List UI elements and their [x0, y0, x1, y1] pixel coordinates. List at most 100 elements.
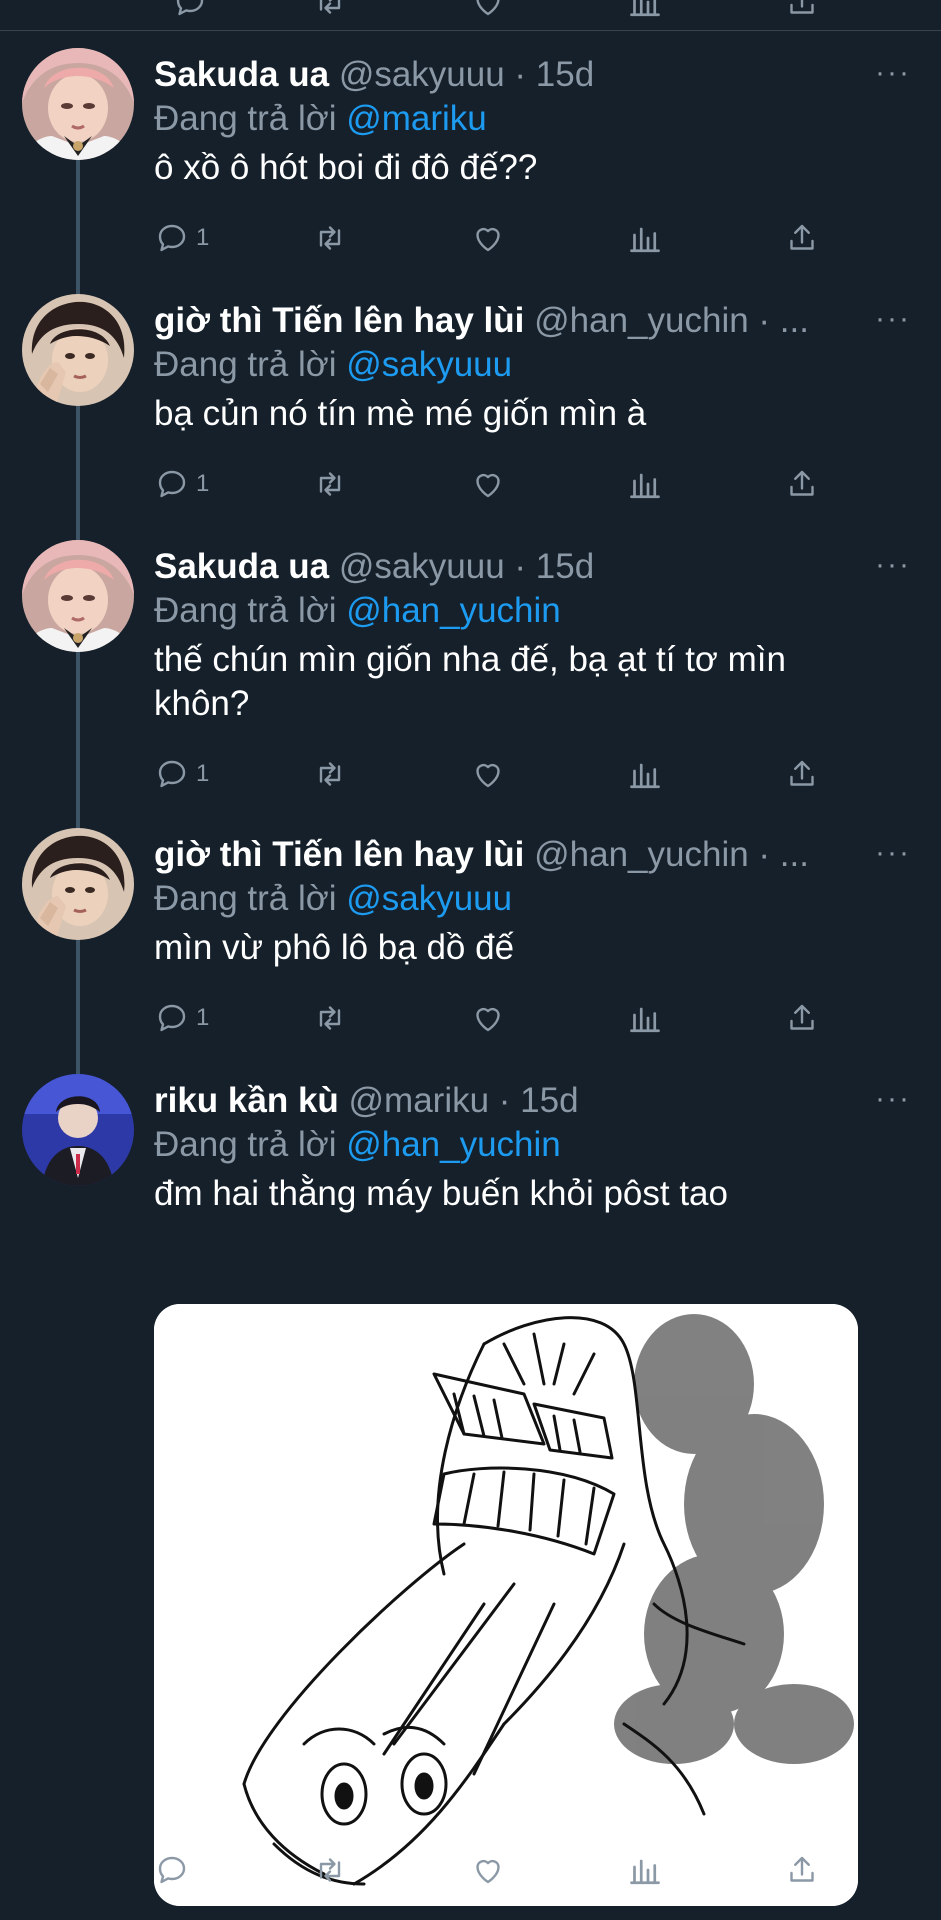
like-button[interactable]	[470, 754, 506, 794]
retweet-button[interactable]	[312, 998, 348, 1038]
mention-link[interactable]: @mariku	[346, 99, 487, 138]
previous-tweet-action-bar	[0, 0, 941, 31]
like-button[interactable]	[470, 1850, 506, 1890]
angry-shouting-sketch-image	[154, 1304, 858, 1906]
display-name[interactable]: Sakuda ua	[154, 547, 329, 586]
tweet-actions: 1	[154, 464, 834, 504]
view-stats-icon[interactable]	[627, 0, 663, 25]
view-stats-button[interactable]	[627, 464, 663, 504]
display-name[interactable]: giờ thì Tiến lên hay lùi	[154, 301, 524, 340]
mention-link[interactable]: @han_yuchin	[346, 1125, 561, 1164]
tweet[interactable]: riku kần kù @mariku · 15d ··· Đang trả l…	[0, 1074, 941, 1920]
share-icon	[784, 756, 820, 792]
handle-and-time: @sakyuuu · 15d	[338, 547, 595, 586]
view-stats-button[interactable]	[627, 1850, 663, 1890]
mention-link[interactable]: @sakyuuu	[346, 879, 512, 918]
reply-button[interactable]	[154, 1850, 196, 1890]
view-stats-button[interactable]	[627, 218, 663, 258]
share-button[interactable]	[784, 1850, 820, 1890]
like-button[interactable]	[470, 998, 506, 1038]
share-button[interactable]	[784, 754, 820, 794]
replying-to: Đang trả lời @han_yuchin	[154, 590, 561, 632]
retweet-button[interactable]	[312, 464, 348, 504]
reply-button[interactable]: 1	[154, 218, 209, 258]
handle-and-time: @han_yuchin · ...	[534, 835, 809, 874]
avatar-dark-hair-icon	[22, 294, 134, 406]
tweet-media-image[interactable]	[154, 1304, 858, 1906]
tweet[interactable]: Sakuda ua @sakyuuu · 15d ··· Đang trả lờ…	[0, 540, 941, 814]
tweet[interactable]: giờ thì Tiến lên hay lùi @han_yuchin · .…	[0, 828, 941, 1058]
display-name[interactable]: riku kần kù	[154, 1081, 339, 1120]
more-options-icon[interactable]: ···	[875, 550, 911, 580]
view-stats-icon	[627, 466, 663, 502]
retweet-icon	[312, 1852, 348, 1888]
tweet-text: mìn vừ phô lô bạ dồ đế	[154, 928, 515, 967]
display-name[interactable]: Sakuda ua	[154, 55, 329, 94]
more-options-icon[interactable]: ···	[875, 1084, 911, 1114]
replying-to-label: Đang trả lời	[154, 879, 337, 918]
more-options-icon[interactable]: ···	[875, 838, 911, 868]
like-icon	[470, 220, 506, 256]
reply-count: 1	[196, 224, 210, 251]
replying-to: Đang trả lời @sakyuuu	[154, 344, 512, 386]
tweet-text: thế chún mìn giốn nha đế, bạ ạt tí tơ mì…	[154, 640, 786, 723]
mention-link[interactable]: @han_yuchin	[346, 591, 561, 630]
reply-icon	[154, 466, 190, 502]
share-button[interactable]	[784, 464, 820, 504]
replying-to-label: Đang trả lời	[154, 345, 337, 384]
tweet-text: bạ củn nó tín mè mé giốn mìn à	[154, 394, 647, 433]
display-name[interactable]: giờ thì Tiến lên hay lùi	[154, 835, 524, 874]
view-stats-button[interactable]	[627, 754, 663, 794]
tweet[interactable]: giờ thì Tiến lên hay lùi @han_yuchin · .…	[0, 294, 941, 524]
tweet-actions: 1	[154, 998, 834, 1038]
reply-count: 1	[196, 470, 210, 497]
retweet-icon	[312, 466, 348, 502]
reply-count: 1	[196, 760, 210, 787]
reply-icon	[154, 220, 190, 256]
handle-and-time: @han_yuchin · ...	[534, 301, 809, 340]
retweet-icon[interactable]	[312, 0, 348, 25]
reply-icon	[154, 756, 190, 792]
share-icon	[784, 1852, 820, 1888]
avatar[interactable]	[22, 540, 134, 652]
share-icon	[784, 220, 820, 256]
retweet-button[interactable]	[312, 218, 348, 258]
avatar-dark-hair-icon	[22, 828, 134, 940]
share-button[interactable]	[784, 998, 820, 1038]
tweet-actions: 1	[154, 218, 834, 258]
retweet-button[interactable]	[312, 754, 348, 794]
view-stats-icon	[627, 1000, 663, 1036]
share-button[interactable]	[784, 218, 820, 258]
tweet[interactable]: Sakuda ua @sakyuuu · 15d ··· Đang trả lờ…	[0, 48, 941, 278]
replying-to: Đang trả lời @sakyuuu	[154, 878, 512, 920]
like-button[interactable]	[470, 218, 506, 258]
more-options-icon[interactable]: ···	[875, 58, 911, 88]
replying-to-label: Đang trả lời	[154, 99, 337, 138]
like-button[interactable]	[470, 464, 506, 504]
tweet-header: riku kần kù @mariku · 15d	[154, 1080, 881, 1122]
more-options-icon[interactable]: ···	[875, 304, 911, 334]
avatar[interactable]	[22, 828, 134, 940]
handle-and-time: @mariku · 15d	[348, 1081, 579, 1120]
avatar[interactable]	[22, 48, 134, 160]
like-icon	[470, 1000, 506, 1036]
share-icon[interactable]	[784, 0, 820, 25]
replying-to-label: Đang trả lời	[154, 1125, 337, 1164]
share-icon	[784, 1000, 820, 1036]
reply-button[interactable]: 1	[154, 754, 209, 794]
like-icon[interactable]	[470, 0, 506, 25]
reply-button[interactable]: 1	[154, 464, 209, 504]
reply-icon[interactable]	[172, 0, 208, 25]
retweet-button[interactable]	[312, 1850, 348, 1890]
avatar[interactable]	[22, 294, 134, 406]
like-icon	[470, 756, 506, 792]
avatar[interactable]	[22, 1074, 134, 1186]
reply-button[interactable]: 1	[154, 998, 209, 1038]
tweet-text: ô xồ ô hót boi đi đô đế??	[154, 148, 538, 187]
mention-link[interactable]: @sakyuuu	[346, 345, 512, 384]
reply-icon	[154, 1000, 190, 1036]
view-stats-button[interactable]	[627, 998, 663, 1038]
retweet-icon	[312, 220, 348, 256]
view-stats-icon	[627, 1852, 663, 1888]
reply-icon	[154, 1852, 190, 1888]
